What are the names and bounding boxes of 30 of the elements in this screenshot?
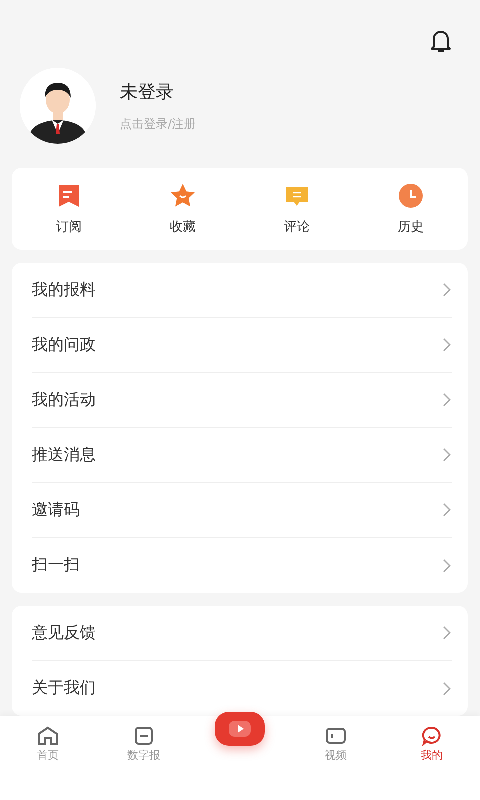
menu-item[interactable]: 邀请码 [32, 483, 452, 538]
menu-item[interactable]: 我的报料 [32, 263, 452, 318]
menu-item[interactable]: 意见反馈 [32, 606, 452, 661]
shortcut-button[interactable]: 收藏 [126, 182, 240, 236]
chevron-right-icon [442, 393, 452, 407]
menu-item[interactable]: 扫一扫 [32, 538, 452, 593]
username: 未登录 [120, 80, 175, 104]
video-icon [325, 726, 347, 746]
chevron-right-icon [442, 626, 452, 640]
chevron-right-icon [442, 448, 452, 462]
shortcut-button[interactable]: 评论 [240, 182, 354, 236]
home-icon [37, 726, 59, 746]
clock-icon [397, 182, 425, 210]
smile-bubble-icon [421, 726, 443, 746]
notification-bell-icon[interactable] [428, 28, 454, 54]
menu-item[interactable]: 我的活动 [32, 373, 452, 428]
play-icon [229, 721, 251, 737]
chevron-right-icon [442, 682, 452, 696]
chevron-right-icon [442, 503, 452, 517]
play-video-button[interactable] [215, 712, 265, 746]
newspaper-icon [133, 726, 155, 746]
chevron-right-icon [442, 558, 452, 572]
chevron-right-icon [442, 338, 452, 352]
menu-item[interactable]: 我的问政 [32, 318, 452, 373]
shortcut-button[interactable]: 订阅 [12, 182, 126, 236]
chevron-right-icon [442, 283, 452, 297]
nav-tab[interactable]: 我的 [384, 726, 480, 763]
menu-item[interactable]: 推送消息 [32, 428, 452, 483]
shortcut-button[interactable]: 历史 [354, 182, 468, 236]
menu-item[interactable]: 关于我们 [32, 661, 452, 716]
